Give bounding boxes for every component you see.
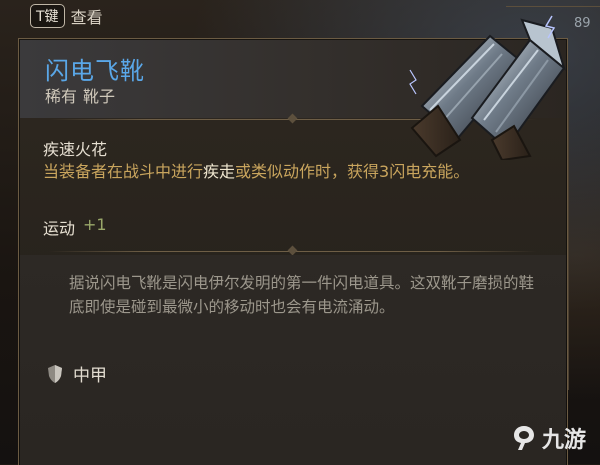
hotkey-badge: T键 <box>30 4 65 28</box>
watermark: 九游 <box>510 422 586 454</box>
item-subtitle: 稀有 靴子 <box>45 83 115 107</box>
stat-label: 运动 <box>43 219 76 238</box>
inspect-hint[interactable]: T键 查看 <box>30 4 103 28</box>
armor-type-label: 中甲 <box>73 366 107 386</box>
item-rarity: 稀有 <box>45 87 78 106</box>
passive-name: 疾速火花 <box>43 140 108 159</box>
lore-text: 据说闪电飞靴是闪电伊尔发明的第一件闪电道具。这双靴子磨损的鞋底即使是碰到最微小的… <box>69 274 535 316</box>
passive-description: 当装备者在战斗中进行疾走或类似动作时，获得3闪电充能。 <box>43 160 503 184</box>
watermark-text: 九游 <box>542 428 587 453</box>
shield-icon <box>47 364 63 384</box>
stat-row: 运动 +1 <box>43 215 107 239</box>
gauntlet-boots-image <box>402 10 572 162</box>
inspect-label: 查看 <box>70 8 103 27</box>
passive-keyword[interactable]: 疾走 <box>203 162 235 181</box>
armor-type-row: 中甲 <box>47 361 107 386</box>
passive-desc-text-2: 或类似动作时，获得3闪电充能。 <box>235 162 470 181</box>
nine-game-logo <box>510 424 538 452</box>
item-type: 靴子 <box>83 87 116 106</box>
divider-ornament <box>287 245 298 256</box>
stat-value: +1 <box>83 215 107 234</box>
passive-desc-text: 当装备者在战斗中进行 <box>43 162 204 181</box>
item-name: 闪电飞靴 <box>45 57 145 85</box>
corner-count: 89 <box>574 16 591 31</box>
side-frame-decoration <box>568 90 600 390</box>
